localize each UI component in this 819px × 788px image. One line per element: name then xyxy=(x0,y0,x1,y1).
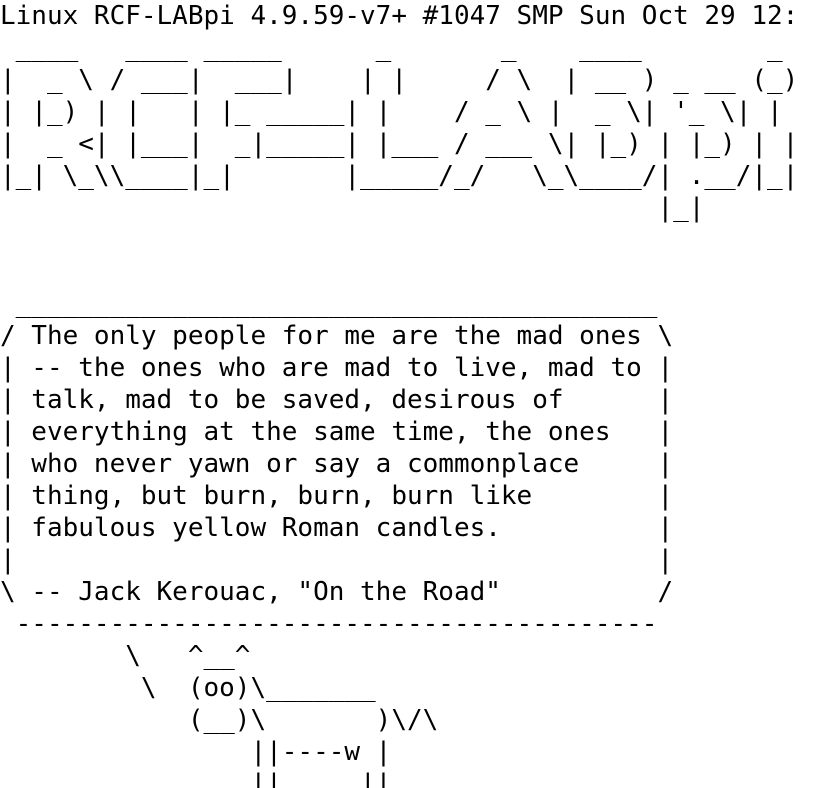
quote-box-line: | | xyxy=(0,545,674,575)
quote-box-line: | -- the ones who are mad to live, mad t… xyxy=(0,353,674,383)
cow-line: \ (oo)\_______ xyxy=(0,673,376,703)
quote-box-line: | everything at the same time, the ones … xyxy=(0,417,674,447)
quote-box-line: | thing, but burn, burn, burn like | xyxy=(0,481,674,511)
quote-attribution-line: \ -- Jack Kerouac, "On the Road" / xyxy=(0,577,674,607)
banner-line: |_| xyxy=(0,193,799,223)
banner-line: ____ ____ _____ _ _ ____ _ xyxy=(0,33,799,63)
quote-box-line: ----------------------------------------… xyxy=(0,609,658,639)
quote-box-line: ________________________________________… xyxy=(0,289,658,319)
banner-line: | _ \ / ___| ___| | | / \ | __ ) _ __ (_… xyxy=(0,65,799,95)
banner-line: | |_) | | | |_ _____| | / _ \ | _ \| '_ … xyxy=(0,97,783,127)
cow-ascii-art: \ ^__^ \ (oo)\_______ (__)\ )\/\ ||----w… xyxy=(0,640,819,788)
terminal-window[interactable]: Linux RCF-LABpi 4.9.59-v7+ #1047 SMP Sun… xyxy=(0,0,819,788)
quote-speech-bubble: ________________________________________… xyxy=(0,288,819,640)
cow-line: || || xyxy=(0,769,392,788)
banner-line: | _ <| |___| _|_____| |___ / ___ \| |_) … xyxy=(0,129,799,159)
cow-line: \ ^__^ xyxy=(0,641,251,671)
quote-box-line: / The only people for me are the mad one… xyxy=(0,321,674,351)
ascii-banner: ____ ____ _____ _ _ ____ _ | _ \ / ___| … xyxy=(0,32,819,224)
blank-spacer xyxy=(0,224,819,288)
system-info-line: Linux RCF-LABpi 4.9.59-v7+ #1047 SMP Sun… xyxy=(0,1,799,31)
quote-box-line: | fabulous yellow Roman candles. | xyxy=(0,513,674,543)
cow-line: ||----w | xyxy=(0,737,392,767)
banner-line: |_| \_\\____|_| |_____/_/ \_\____/| .__/… xyxy=(0,161,799,191)
quote-box-line: | talk, mad to be saved, desirous of | xyxy=(0,385,674,415)
quote-box-line: | who never yawn or say a commonplace | xyxy=(0,449,674,479)
cow-line: (__)\ )\/\ xyxy=(0,705,439,735)
